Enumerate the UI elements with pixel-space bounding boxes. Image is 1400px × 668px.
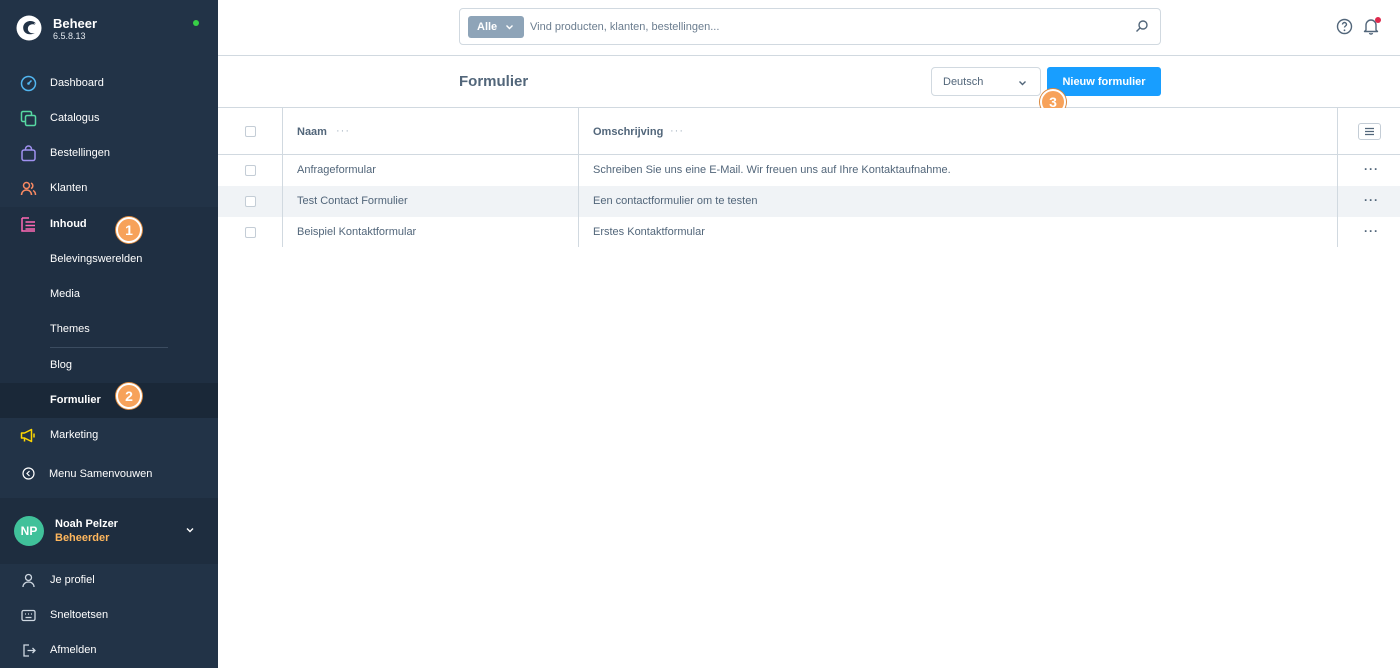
sidebar-item-content[interactable]: Inhoud (0, 207, 218, 242)
cell-name[interactable]: Beispiel Kontaktformular (297, 226, 416, 238)
sidebar-subitem-label: Themes (50, 323, 90, 335)
sidebar-item-catalog[interactable]: Catalogus (0, 101, 218, 136)
cell-description: Schreiben Sie uns eine E-Mail. Wir freue… (593, 164, 951, 176)
sidebar-item-label: Klanten (50, 182, 88, 194)
shortcuts-link[interactable]: Sneltoetsen (0, 598, 218, 633)
chevron-down-icon (506, 25, 513, 30)
sidebar-subitem-themes[interactable]: Themes (0, 312, 218, 347)
chevron-down-icon[interactable] (185, 525, 195, 535)
language-switch-value: Deutsch (943, 76, 984, 88)
catalog-icon (20, 110, 37, 127)
brand-name: Beheer (53, 16, 98, 31)
status-online-indicator (193, 20, 199, 26)
smart-bar: Formulier Deutsch Nieuw formulier 3 (218, 56, 1400, 115)
brand-version: 6.5.8.13 (53, 31, 86, 41)
sidebar-subitem-label: Formulier (50, 394, 101, 406)
sidebar-subitem-form[interactable]: Formulier (0, 383, 218, 418)
sidebar-subitem-label: Media (50, 288, 80, 300)
logout-link-label: Afmelden (50, 644, 97, 656)
logout-link[interactable]: Afmelden (0, 633, 218, 668)
user-role: Beheerder (55, 532, 110, 544)
sidebar-item-label: Marketing (50, 429, 99, 441)
select-all-checkbox[interactable] (245, 126, 256, 137)
step-badge-1: 1 (116, 217, 142, 243)
sidebar-subitem-blog[interactable]: Blog (0, 348, 218, 383)
grid-header: Naam ··· Omschrijving ··· (218, 108, 1400, 155)
column-header-description[interactable]: Omschrijving (593, 126, 663, 138)
sidebar-subitem-label: Belevingswerelden (50, 253, 143, 265)
sidebar-subitem-media[interactable]: Media (0, 277, 218, 312)
chevron-down-icon (1019, 81, 1026, 86)
row-actions-button[interactable]: ··· (1364, 162, 1379, 176)
sidebar-subitem-label: Blog (50, 359, 73, 371)
profile-link-label: Je profiel (50, 574, 95, 586)
sidebar-item-label: Inhoud (50, 218, 87, 230)
keyboard-icon (21, 609, 36, 622)
shopping-bag-icon (21, 145, 36, 162)
column-actions-description[interactable]: ··· (670, 125, 684, 137)
grid-settings-button[interactable] (1358, 123, 1381, 140)
step-badge-2: 2 (116, 383, 142, 409)
notification-indicator (1375, 17, 1381, 23)
column-divider (282, 108, 283, 247)
column-header-name[interactable]: Naam (297, 126, 327, 138)
table-row[interactable]: Anfrageformular Schreiben Sie uns eine E… (218, 155, 1400, 186)
row-checkbox[interactable] (245, 227, 256, 238)
shopware-logo-icon (16, 15, 42, 41)
new-form-button[interactable]: Nieuw formulier (1047, 67, 1161, 96)
user-name: Noah Pelzer (55, 518, 118, 530)
user-icon (22, 573, 35, 588)
column-divider (578, 108, 579, 247)
sidebar-item-orders[interactable]: Bestellingen (0, 136, 218, 171)
page-title: Formulier (459, 73, 529, 90)
menu-lines-icon (1365, 127, 1374, 136)
sidebar-item-customers[interactable]: Klanten (0, 171, 218, 206)
row-checkbox[interactable] (245, 196, 256, 207)
column-actions-name[interactable]: ··· (336, 125, 350, 137)
search-icon[interactable] (1135, 19, 1149, 33)
search-input[interactable] (530, 17, 1110, 37)
column-divider (1337, 108, 1338, 247)
brand-header: Beheer 6.5.8.13 (0, 0, 218, 56)
logout-icon (23, 644, 36, 657)
sidebar-item-marketing[interactable]: Marketing (0, 418, 218, 453)
sidebar-subitem-shopping-experiences[interactable]: Belevingswerelden (0, 242, 218, 277)
sidebar-item-label: Bestellingen (50, 147, 110, 159)
content-icon (21, 217, 35, 232)
global-search: Alle (459, 8, 1161, 45)
row-checkbox[interactable] (245, 165, 256, 176)
shortcuts-link-label: Sneltoetsen (50, 609, 109, 621)
search-type-label: Alle (477, 21, 498, 33)
sidebar-item-label: Dashboard (50, 77, 104, 89)
table-row[interactable]: Beispiel Kontaktformular Erstes Kontaktf… (218, 217, 1400, 248)
dashboard-icon (20, 75, 37, 92)
collapse-menu-label: Menu Samenvouwen (49, 468, 153, 480)
collapse-icon (22, 467, 35, 480)
row-actions-button[interactable]: ··· (1364, 193, 1379, 207)
cell-name[interactable]: Test Contact Formulier (297, 195, 408, 207)
cell-description: Een contactformulier om te testen (593, 195, 758, 207)
cell-description: Erstes Kontaktformular (593, 226, 705, 238)
profile-link[interactable]: Je profiel (0, 563, 218, 598)
table-row[interactable]: Test Contact Formulier Een contactformul… (218, 186, 1400, 217)
avatar: NP (14, 516, 44, 546)
language-switch[interactable]: Deutsch (931, 67, 1041, 96)
sidebar-item-label: Catalogus (50, 112, 100, 124)
cell-name[interactable]: Anfrageformular (297, 164, 376, 176)
megaphone-icon (20, 428, 35, 443)
row-actions-button[interactable]: ··· (1364, 224, 1379, 238)
top-bar: Alle (218, 0, 1400, 56)
sidebar: Beheer 6.5.8.13 Dashboard Catalogus Best… (0, 0, 218, 668)
sidebar-item-dashboard[interactable]: Dashboard (0, 66, 218, 101)
customers-icon (20, 181, 37, 196)
user-panel[interactable]: NP Noah Pelzer Beheerder (0, 498, 218, 564)
collapse-menu-button[interactable]: Menu Samenvouwen (0, 456, 218, 492)
help-icon[interactable] (1336, 18, 1353, 35)
search-type-dropdown[interactable]: Alle (468, 16, 524, 38)
